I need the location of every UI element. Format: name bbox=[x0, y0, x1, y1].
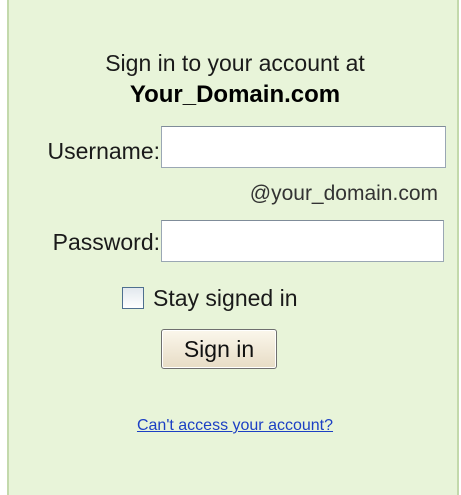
sign-in-heading: Sign in to your account at bbox=[105, 50, 365, 76]
cant-access-account-link[interactable]: Can't access your account? bbox=[9, 417, 461, 435]
username-input[interactable] bbox=[161, 126, 446, 168]
domain-suffix-hint: @your_domain.com bbox=[249, 182, 438, 205]
sign-in-button[interactable]: Sign in bbox=[161, 329, 277, 369]
username-label: Username: bbox=[47, 138, 160, 164]
domain-name: Your_Domain.com bbox=[129, 81, 341, 108]
sign-in-panel: Sign in to your account at Your_Domain.c… bbox=[7, 0, 459, 495]
stay-signed-in-row[interactable]: Stay signed in bbox=[122, 283, 297, 313]
password-label: Password: bbox=[52, 229, 160, 255]
stay-signed-in-label[interactable]: Stay signed in bbox=[153, 285, 297, 312]
password-input[interactable] bbox=[161, 220, 444, 262]
stay-signed-in-checkbox[interactable] bbox=[122, 287, 144, 309]
